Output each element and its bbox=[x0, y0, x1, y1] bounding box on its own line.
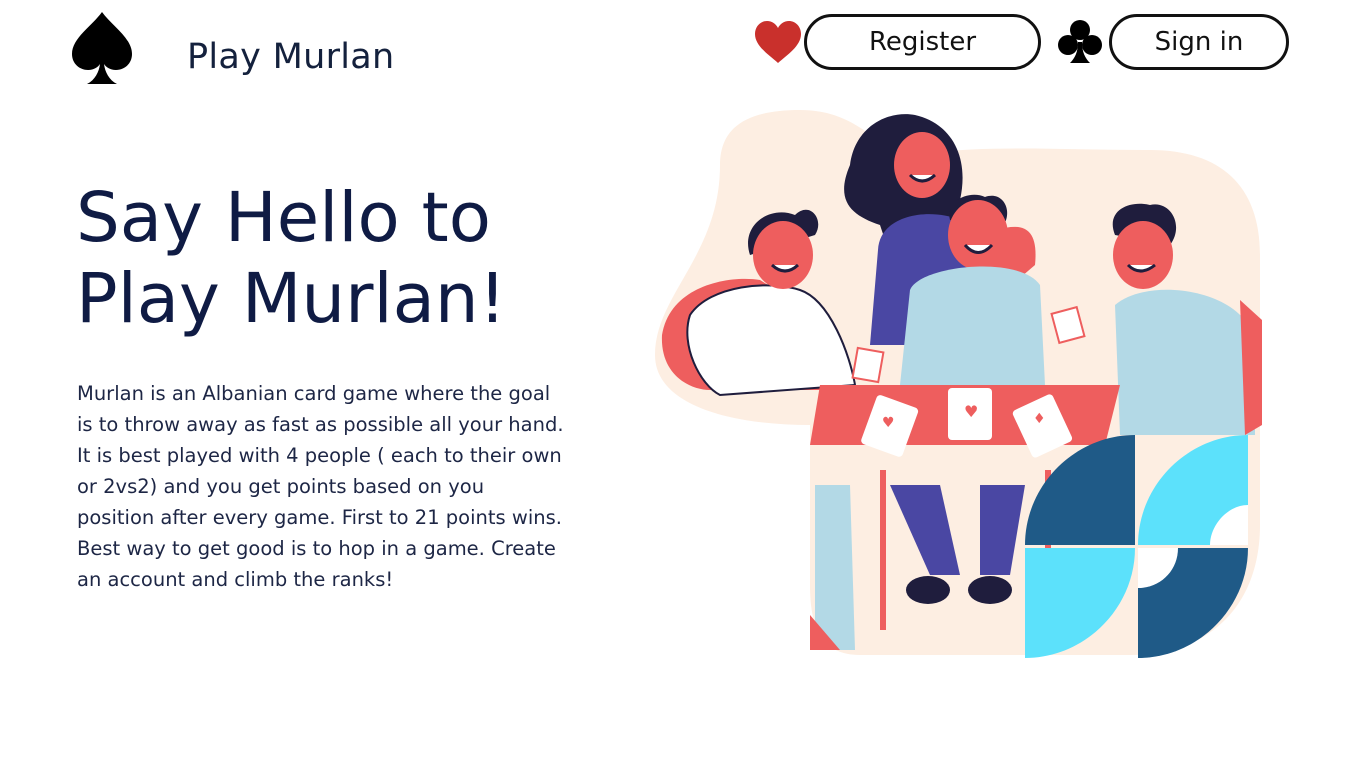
hero-title-line2: Play Murlan! bbox=[76, 259, 507, 339]
signin-button[interactable]: Sign in bbox=[1109, 14, 1289, 70]
brand-name[interactable]: Play Murlan bbox=[187, 37, 395, 77]
spade-logo-icon[interactable] bbox=[70, 10, 134, 86]
svg-text:♥: ♥ bbox=[882, 415, 895, 431]
heart-icon bbox=[755, 21, 801, 63]
hero-title-line1: Say Hello to bbox=[76, 178, 491, 258]
hero-description: Murlan is an Albanian card game where th… bbox=[77, 382, 564, 591]
svg-text:♦: ♦ bbox=[1033, 411, 1046, 427]
register-button[interactable]: Register bbox=[804, 14, 1041, 70]
hero-title: Say Hello to Play Murlan! bbox=[76, 178, 636, 340]
club-icon bbox=[1058, 20, 1102, 63]
people-playing-cards-illustration: ♥ ♥ ♦ bbox=[655, 110, 1262, 658]
svg-text:♥: ♥ bbox=[964, 402, 978, 421]
